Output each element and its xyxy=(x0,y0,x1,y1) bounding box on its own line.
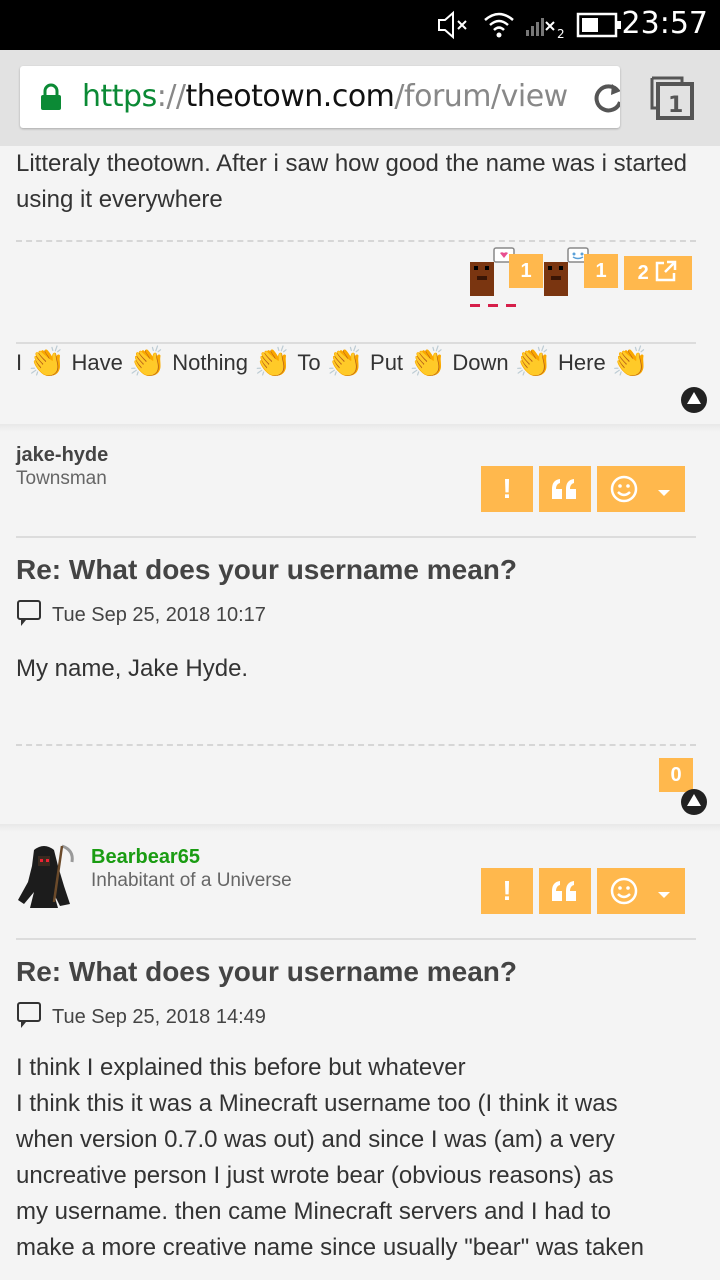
signature-word: Down xyxy=(452,350,509,375)
post-username[interactable]: Bearbear65 xyxy=(91,846,200,869)
clap-icon: 👏 xyxy=(514,346,553,379)
post-rank: Townsman xyxy=(16,468,107,489)
post-body-line: I think this it was a Minecraft username… xyxy=(16,1090,618,1117)
reaction-count: 1 xyxy=(584,254,618,288)
reactions-dropdown-button[interactable] xyxy=(597,868,685,914)
post-date-icon xyxy=(17,600,41,626)
post-body: Litteraly theotown. After i saw how good… xyxy=(16,150,688,213)
share-count: 2 xyxy=(637,262,649,284)
post-date: Tue Sep 25, 2018 14:49 xyxy=(52,1006,266,1028)
battery-icon xyxy=(576,12,621,38)
tab-count: 1 xyxy=(668,93,683,118)
svg-text:2: 2 xyxy=(557,27,565,41)
post-body-line: uncreative person I just wrote bear (obv… xyxy=(16,1162,614,1189)
lock-icon xyxy=(41,83,61,110)
reload-icon[interactable] xyxy=(590,80,620,116)
tab-switcher-icon[interactable]: 1 xyxy=(648,74,696,122)
post-body: I think I explained this before but what… xyxy=(16,1050,706,1266)
post-title[interactable]: Re: What does your username mean? xyxy=(16,554,517,586)
back-to-top-icon[interactable] xyxy=(681,789,707,815)
signature-word: Here xyxy=(558,350,606,375)
back-to-top-icon[interactable] xyxy=(681,387,707,413)
quote-icon xyxy=(552,479,576,499)
signature-word: Put xyxy=(370,350,404,375)
post-divider xyxy=(16,240,696,242)
post-rank: Inhabitant of a Universe xyxy=(91,870,292,891)
clock: 23:57 xyxy=(621,6,708,41)
report-button[interactable]: ! xyxy=(481,868,533,914)
mute-icon xyxy=(438,10,467,40)
signature-divider xyxy=(16,342,696,344)
chevron-down-icon xyxy=(657,490,670,496)
post-date: Tue Sep 25, 2018 10:17 xyxy=(52,604,266,626)
quote-button[interactable] xyxy=(539,466,591,512)
quote-icon xyxy=(552,881,576,901)
reactions-dropdown-button[interactable] xyxy=(597,466,685,512)
clap-icon: 👏 xyxy=(28,346,66,379)
post-separator xyxy=(0,424,720,432)
signal-icon: 2 xyxy=(526,18,565,41)
share-button[interactable]: 2 xyxy=(624,256,692,290)
report-button[interactable]: ! xyxy=(481,466,533,512)
chevron-down-icon xyxy=(657,892,670,898)
wifi-icon xyxy=(484,12,514,38)
post-body-line: I think I explained this before but what… xyxy=(16,1054,466,1081)
signature-word: I xyxy=(16,350,23,375)
clap-icon: 👏 xyxy=(611,346,650,379)
post-title[interactable]: Re: What does your username mean? xyxy=(16,956,517,988)
reaction-count: 1 xyxy=(509,254,543,288)
post-header-divider xyxy=(16,536,696,538)
post-separator xyxy=(0,824,720,832)
external-link-icon xyxy=(656,260,677,282)
post-body-line: make a more creative name since usually … xyxy=(16,1234,644,1261)
like-count[interactable]: 0 xyxy=(659,758,693,792)
browser-toolbar: https://theotown.com/forum/viewtopic.php… xyxy=(0,50,720,146)
post-header-divider xyxy=(16,938,696,940)
post-body: My name, Jake Hyde. xyxy=(16,655,249,682)
quote-button[interactable] xyxy=(539,868,591,914)
smiley-icon xyxy=(610,877,638,905)
post-body-line: when version 0.7.0 was out) and since I … xyxy=(16,1126,615,1153)
signature: I 👏 Have 👏 Nothing 👏 To 👏 Put 👏 Down 👏 H… xyxy=(16,348,655,378)
signature-word: Nothing xyxy=(172,350,249,375)
clap-icon: 👏 xyxy=(128,346,167,379)
avatar[interactable] xyxy=(14,842,76,912)
smiley-icon xyxy=(610,475,638,503)
signature-word: To xyxy=(297,350,321,375)
post-body-line: my username. then came Minecraft servers… xyxy=(16,1198,611,1225)
post-username[interactable]: jake-hyde xyxy=(16,444,108,467)
post-date-icon xyxy=(17,1002,41,1028)
post-divider xyxy=(16,744,696,746)
clap-icon: 👏 xyxy=(254,346,292,379)
clap-icon: 👏 xyxy=(326,346,365,379)
address-bar[interactable]: https://theotown.com/forum/viewtopic.php xyxy=(20,66,620,128)
clap-icon: 👏 xyxy=(409,346,447,379)
forum-content: Litteraly theotown. After i saw how good… xyxy=(0,146,720,1280)
url-text[interactable]: https://theotown.com/forum/viewtopic.php xyxy=(82,79,567,114)
status-bar: 2 23:57 xyxy=(0,0,720,50)
signature-word: Have xyxy=(71,350,123,375)
